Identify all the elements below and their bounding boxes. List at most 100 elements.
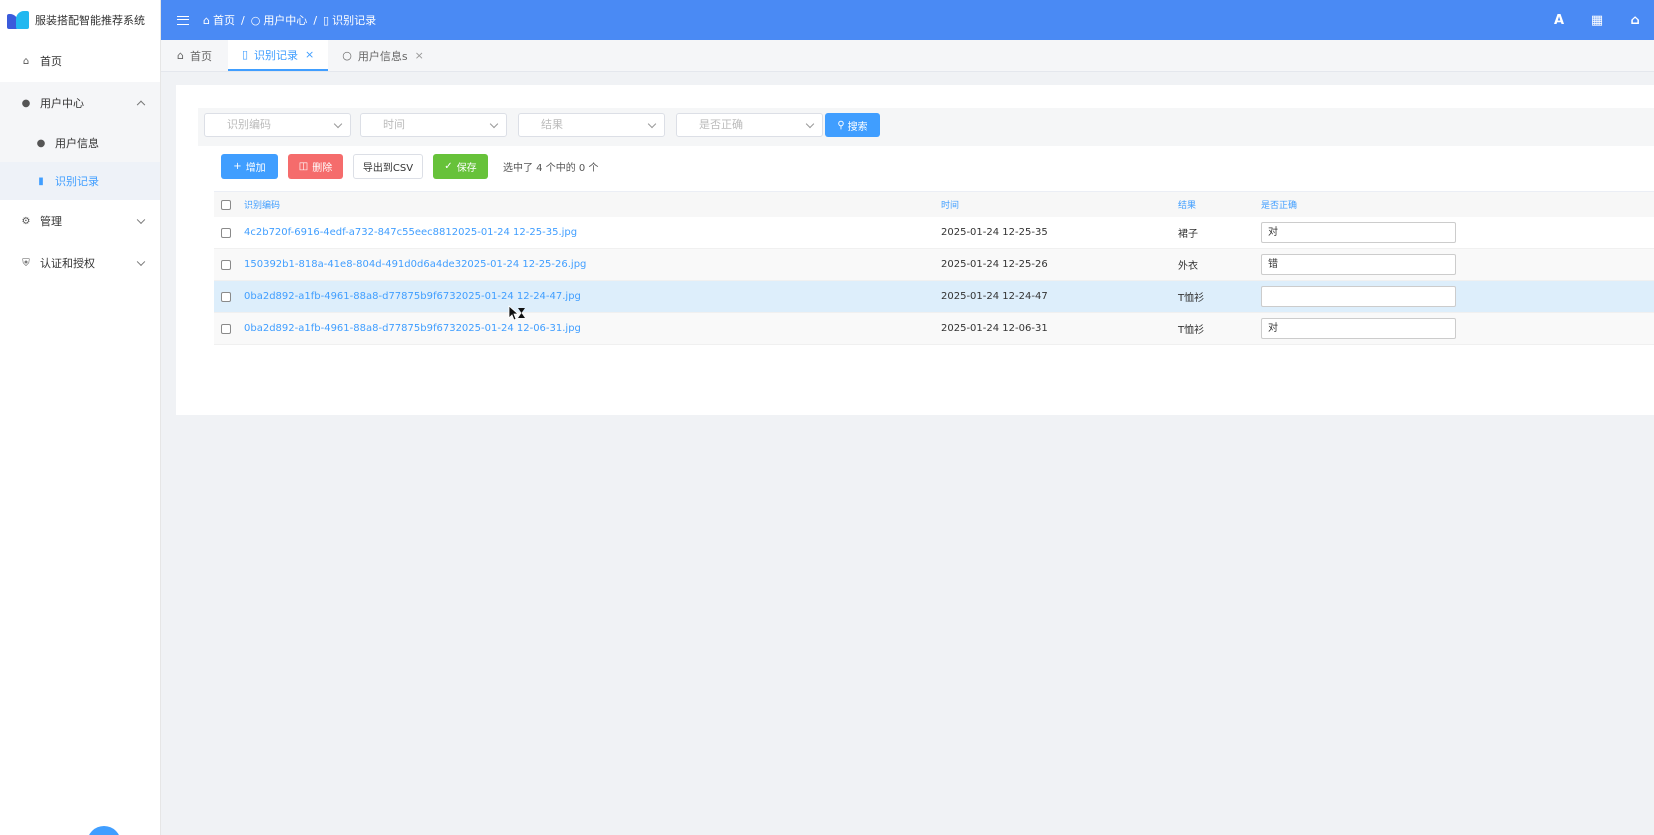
- sidebar-item-label: 管理: [40, 215, 62, 228]
- user-icon: ●: [21, 97, 31, 109]
- tabs-bar: ⌂ 首页 ▯ 识别记录 × ○ 用户信息s ×: [161, 40, 1654, 72]
- sidebar-item-user-center[interactable]: ● 用户中心: [0, 82, 160, 124]
- correct-input[interactable]: 错: [1261, 254, 1456, 275]
- row-checkbox[interactable]: [221, 227, 231, 238]
- records-table: 识别编码 时间 结果 是否正确 4c2b720f-6916-4edf-a732-…: [214, 191, 1654, 345]
- export-csv-button[interactable]: 导出到CSV: [353, 154, 423, 179]
- shield-icon: ⛨: [22, 257, 30, 269]
- breadcrumb-separator: /: [240, 13, 245, 27]
- record-code-link[interactable]: 0ba2d892-a1fb-4961-88a8-d77875b9f6732025…: [244, 313, 581, 344]
- sidebar-item-label: 识别记录: [55, 175, 99, 188]
- bookmark-icon: ▮: [38, 175, 44, 187]
- sidebar-item-user-info[interactable]: ● 用户信息: [0, 124, 160, 162]
- record-code-link[interactable]: 150392b1-818a-41e8-804d-491d0d6a4de32025…: [244, 249, 586, 280]
- menu-toggle-icon[interactable]: [177, 15, 189, 25]
- bookmark-icon: ▯: [323, 13, 330, 27]
- table-row[interactable]: 0ba2d892-a1fb-4961-88a8-d77875b9f6732025…: [214, 281, 1654, 313]
- breadcrumb-separator: /: [313, 13, 318, 27]
- breadcrumb-home[interactable]: ⌂ 首页: [203, 12, 235, 28]
- sidebar-item-label: 用户信息: [55, 137, 99, 150]
- chevron-down-icon: [805, 119, 815, 129]
- record-time: 2025-01-24 12-24-47: [941, 291, 1048, 302]
- record-result: 外衣: [1178, 261, 1198, 272]
- record-time: 2025-01-24 12-25-35: [941, 227, 1048, 238]
- search-button[interactable]: ⚲ 搜索: [825, 113, 880, 137]
- result-select[interactable]: 结果: [518, 113, 665, 137]
- record-result: 裙子: [1178, 229, 1198, 240]
- time-select[interactable]: 时间: [360, 113, 507, 137]
- home-icon: ⌂: [22, 55, 30, 67]
- column-header-correct[interactable]: 是否正确: [1261, 192, 1297, 217]
- sidebar-item-label: 首页: [40, 55, 62, 68]
- select-all-checkbox[interactable]: [221, 199, 231, 210]
- add-button[interactable]: + 增加: [221, 154, 278, 179]
- close-icon[interactable]: ×: [415, 49, 424, 62]
- correct-select[interactable]: 是否正确: [676, 113, 823, 137]
- sidebar-item-label: 用户中心: [40, 97, 84, 110]
- sidebar: 服装搭配智能推荐系统 ⌂ 首页 ● 用户中心 ● 用户信息 ▮ 识别记录 ⚙ 管…: [0, 0, 161, 835]
- app-logo: 服装搭配智能推荐系统: [0, 0, 160, 40]
- sidebar-item-label: 认证和授权: [40, 257, 95, 270]
- row-checkbox[interactable]: [221, 259, 231, 270]
- column-header-time[interactable]: 时间: [941, 192, 959, 217]
- user-icon: ○: [250, 13, 261, 27]
- floating-action-button[interactable]: [87, 826, 121, 835]
- chevron-down-icon: [647, 119, 657, 129]
- tab-home[interactable]: ⌂ 首页: [161, 40, 228, 71]
- correct-input[interactable]: 对: [1261, 222, 1456, 243]
- sidebar-item-auth[interactable]: ⛨ 认证和授权: [0, 242, 160, 284]
- row-checkbox[interactable]: [221, 291, 231, 302]
- code-select[interactable]: 识别编码: [204, 113, 351, 137]
- correct-input[interactable]: [1261, 286, 1456, 307]
- save-button[interactable]: ✓ 保存: [433, 154, 488, 179]
- breadcrumb-user-center[interactable]: ○ 用户中心: [251, 12, 308, 28]
- plus-icon: +: [233, 161, 242, 172]
- fullscreen-icon[interactable]: ▦: [1578, 13, 1616, 28]
- user-icon: ○: [342, 49, 352, 62]
- tab-user-info[interactable]: ○ 用户信息s ×: [328, 40, 438, 71]
- table-header: 识别编码 时间 结果 是否正确: [214, 191, 1654, 217]
- topbar-actions: A ▦ ⌂: [1540, 0, 1654, 40]
- correct-input[interactable]: 对: [1261, 318, 1456, 339]
- chevron-up-icon: [136, 100, 146, 110]
- selection-info: 选中了 4 个中的 0 个: [503, 163, 599, 174]
- mouse-cursor-icon: [508, 305, 525, 321]
- table-row[interactable]: 4c2b720f-6916-4edf-a732-847c55eec8812025…: [214, 217, 1654, 249]
- font-icon[interactable]: A: [1540, 13, 1578, 28]
- column-header-result[interactable]: 结果: [1178, 192, 1196, 217]
- delete-button[interactable]: ◫ 删除: [288, 154, 343, 179]
- home-icon[interactable]: ⌂: [1616, 13, 1654, 28]
- bookmark-icon: ▯: [241, 48, 249, 61]
- row-checkbox[interactable]: [221, 323, 231, 334]
- home-icon: ⌂: [177, 49, 184, 62]
- check-circle-icon: ✓: [444, 161, 453, 172]
- home-icon: ⌂: [203, 13, 210, 27]
- tab-recognition-records[interactable]: ▯ 识别记录 ×: [227, 40, 329, 71]
- breadcrumb-current: ▯ 识别记录: [323, 13, 377, 28]
- toolbar: + 增加 ◫ 删除 导出到CSV ✓ 保存 选中了 4 个中的 0 个: [221, 154, 598, 179]
- chevron-down-icon: [489, 119, 499, 129]
- gear-icon: ⚙: [21, 215, 31, 227]
- content-card: 识别编码 时间 结果 是否正确 ⚲ 搜索 + 增加 ◫ 删除 导出到CSV ✓ …: [176, 85, 1654, 415]
- record-time: 2025-01-24 12-06-31: [941, 323, 1048, 334]
- app-title: 服装搭配智能推荐系统: [35, 14, 145, 27]
- chevron-down-icon: [136, 257, 146, 267]
- trash-icon: ◫: [298, 161, 309, 172]
- breadcrumb: ⌂ 首页 / ○ 用户中心 / ▯ 识别记录: [203, 12, 376, 28]
- record-code-link[interactable]: 4c2b720f-6916-4edf-a732-847c55eec8812025…: [244, 217, 577, 248]
- column-header-code[interactable]: 识别编码: [244, 192, 280, 217]
- sidebar-item-management[interactable]: ⚙ 管理: [0, 200, 160, 242]
- record-code-link[interactable]: 0ba2d892-a1fb-4961-88a8-d77875b9f6732025…: [244, 281, 581, 312]
- search-icon: ⚲: [837, 119, 845, 131]
- table-row[interactable]: 150392b1-818a-41e8-804d-491d0d6a4de32025…: [214, 249, 1654, 281]
- user-icon: ●: [36, 137, 46, 149]
- close-icon[interactable]: ×: [305, 48, 314, 61]
- topbar: ⌂ 首页 / ○ 用户中心 / ▯ 识别记录 A ▦ ⌂: [161, 0, 1654, 40]
- sidebar-item-home[interactable]: ⌂ 首页: [0, 40, 160, 82]
- logo-icon: [7, 11, 29, 29]
- chevron-down-icon: [333, 119, 343, 129]
- table-row[interactable]: 0ba2d892-a1fb-4961-88a8-d77875b9f6732025…: [214, 313, 1654, 345]
- sidebar-item-recognition-records[interactable]: ▮ 识别记录: [0, 162, 160, 200]
- record-result: T恤衫: [1178, 293, 1205, 304]
- record-time: 2025-01-24 12-25-26: [941, 259, 1048, 270]
